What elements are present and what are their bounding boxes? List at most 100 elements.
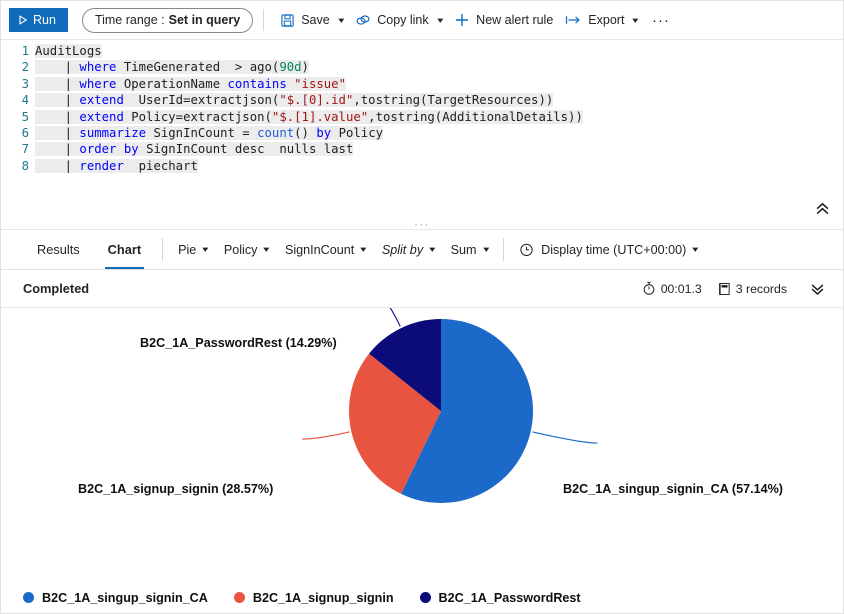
x-axis-dropdown-label: Policy xyxy=(224,243,258,257)
pie-chart-svg[interactable] xyxy=(1,308,843,613)
clock-icon xyxy=(519,242,534,257)
chevron-down-icon: ▾ xyxy=(203,245,209,254)
chevron-down-icon: ▾ xyxy=(633,16,639,25)
aggregation-dropdown[interactable]: Sum ▾ xyxy=(443,230,496,269)
x-axis-dropdown[interactable]: Policy ▾ xyxy=(216,230,277,269)
line-number-gutter: 12345678 xyxy=(1,43,35,174)
save-button-label: Save xyxy=(301,13,330,27)
kql-query-editor[interactable]: 12345678 AuditLogs | where TimeGenerated… xyxy=(1,39,843,194)
record-count: 3 records xyxy=(718,282,787,296)
results-status-bar: Completed 00:01.3 xyxy=(1,270,843,308)
legend-item[interactable]: B2C_1A_signup_signin xyxy=(234,588,394,607)
link-chain-icon xyxy=(355,13,371,28)
legend-item-label: B2C_1A_PasswordRest xyxy=(439,591,581,605)
line-number: 1 xyxy=(1,43,29,59)
line-number: 7 xyxy=(1,141,29,157)
save-button[interactable]: Save ▾ xyxy=(274,6,349,34)
line-number: 2 xyxy=(1,59,29,75)
split-by-dropdown[interactable]: Split by ▾ xyxy=(374,230,443,269)
line-number: 3 xyxy=(1,76,29,92)
export-button-label: Export xyxy=(588,13,624,27)
code-line[interactable]: | order by SignInCount desc nulls last xyxy=(35,141,843,157)
editor-results-splitter[interactable]: ··· xyxy=(1,194,843,230)
legend-item-label: B2C_1A_singup_signin_CA xyxy=(42,591,208,605)
legend-item[interactable]: B2C_1A_singup_signin_CA xyxy=(23,588,208,607)
line-number: 8 xyxy=(1,158,29,174)
code-line[interactable]: | where OperationName contains "issue" xyxy=(35,76,843,92)
chart-legend: B2C_1A_singup_signin_CA B2C_1A_signup_sig… xyxy=(23,588,803,607)
code-line[interactable]: | where TimeGenerated > ago(90d) xyxy=(35,59,843,75)
query-toolbar: Run Time range : Set in query Save ▾ xyxy=(1,1,843,39)
display-time-label: Display time (UTC+00:00) xyxy=(541,243,686,257)
results-tabs-bar: Results Chart Pie ▾ Policy ▾ SignInCount… xyxy=(1,230,843,270)
chevron-down-icon: ▾ xyxy=(264,245,270,254)
aggregation-dropdown-label: Sum xyxy=(451,243,477,257)
save-disk-icon xyxy=(280,13,295,28)
query-duration: 00:01.3 xyxy=(642,281,702,296)
stopwatch-icon xyxy=(642,281,656,296)
editor-body[interactable]: 12345678 AuditLogs | where TimeGenerated… xyxy=(1,40,843,174)
display-time-dropdown[interactable]: Display time (UTC+00:00) ▾ xyxy=(511,230,706,269)
chevron-down-icon: ▾ xyxy=(483,245,489,254)
new-alert-rule-button[interactable]: New alert rule xyxy=(448,6,559,34)
run-button-label: Run xyxy=(33,13,56,27)
export-arrow-icon xyxy=(565,13,582,27)
log-analytics-query-window: Run Time range : Set in query Save ▾ xyxy=(0,0,844,614)
line-number: 6 xyxy=(1,125,29,141)
export-button[interactable]: Export ▾ xyxy=(559,6,644,34)
run-button[interactable]: Run xyxy=(9,8,68,32)
code-line[interactable]: | extend Policy=extractjson("$.[1].value… xyxy=(35,109,843,125)
code-line[interactable]: | extend UserId=extractjson("$.[0].id",t… xyxy=(35,92,843,108)
double-chevron-up-icon[interactable] xyxy=(809,196,835,222)
chevron-down-icon: ▾ xyxy=(693,245,699,254)
tab-results[interactable]: Results xyxy=(23,230,94,269)
legend-color-swatch xyxy=(234,592,245,603)
record-count-value: 3 records xyxy=(736,282,787,296)
query-status-text: Completed xyxy=(23,281,89,296)
tabs-divider xyxy=(162,238,163,261)
tabs-divider-2 xyxy=(503,238,504,261)
toolbar-divider xyxy=(263,9,264,31)
legend-color-swatch xyxy=(23,592,34,603)
pie-chart-panel: B2C_1A_singup_signin_CA (57.14%) B2C_1A_… xyxy=(1,308,843,613)
legend-item[interactable]: B2C_1A_PasswordRest xyxy=(420,588,581,607)
chart-type-dropdown-label: Pie xyxy=(178,243,196,257)
pie-leader-line xyxy=(302,432,349,439)
query-duration-value: 00:01.3 xyxy=(661,282,702,296)
tab-chart[interactable]: Chart xyxy=(94,230,155,269)
line-number: 5 xyxy=(1,109,29,125)
plus-icon xyxy=(454,12,470,28)
legend-color-swatch xyxy=(420,592,431,603)
code-line[interactable]: | summarize SignInCount = count() by Pol… xyxy=(35,125,843,141)
split-by-dropdown-label: Split by xyxy=(382,243,423,257)
code-lines[interactable]: AuditLogs | where TimeGenerated > ago(90… xyxy=(35,43,843,174)
time-range-picker[interactable]: Time range : Set in query xyxy=(82,8,253,33)
chevron-down-icon: ▾ xyxy=(338,16,344,25)
pie-slice-label-1: B2C_1A_signup_signin (28.57%) xyxy=(78,482,273,496)
y-axis-dropdown-label: SignInCount xyxy=(285,243,354,257)
table-records-icon xyxy=(718,282,731,296)
legend-item-label: B2C_1A_signup_signin xyxy=(253,591,394,605)
chevron-down-icon: ▾ xyxy=(437,16,443,25)
status-metrics: 00:01.3 3 records xyxy=(642,277,829,301)
double-chevron-down-icon[interactable] xyxy=(805,277,829,301)
pie-slice-label-0: B2C_1A_singup_signin_CA (57.14%) xyxy=(563,482,783,496)
chart-type-dropdown[interactable]: Pie ▾ xyxy=(170,230,216,269)
chevron-down-icon: ▾ xyxy=(429,245,435,254)
pie-leader-line xyxy=(364,308,400,326)
play-triangle-icon xyxy=(18,15,28,25)
splitter-grip[interactable]: ··· xyxy=(1,220,843,230)
code-line[interactable]: AuditLogs xyxy=(35,43,843,59)
pie-slice-label-2: B2C_1A_PasswordRest (14.29%) xyxy=(140,336,337,350)
time-range-value: Set in query xyxy=(169,13,241,27)
chevron-down-icon: ▾ xyxy=(360,245,366,254)
code-line[interactable]: | render piechart xyxy=(35,158,843,174)
more-commands-button[interactable]: ··· xyxy=(648,7,674,33)
pie-leader-line xyxy=(533,432,598,443)
y-axis-dropdown[interactable]: SignInCount ▾ xyxy=(277,230,374,269)
copy-link-button[interactable]: Copy link ▾ xyxy=(349,6,448,34)
time-range-prefix: Time range : xyxy=(95,13,165,27)
copy-link-button-label: Copy link xyxy=(377,13,428,27)
line-number: 4 xyxy=(1,92,29,108)
new-alert-rule-label: New alert rule xyxy=(476,13,553,27)
